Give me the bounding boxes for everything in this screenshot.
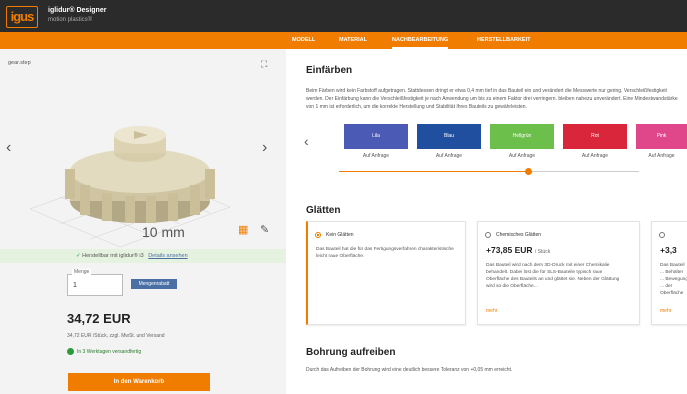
model-filename: gear.step [8, 60, 31, 66]
radio-unselected[interactable] [659, 232, 665, 238]
color-swatch-rot[interactable]: Rot [563, 124, 627, 149]
tab-modell[interactable]: MODELL [292, 32, 315, 49]
more-link[interactable]: mehr [486, 308, 497, 314]
bohrung-description: Durch das Aufreiben der Bohrung wird ein… [306, 367, 513, 373]
option-description: Das Bauteil ... Behälter ... Bewegung ..… [660, 263, 687, 296]
model-viewer-panel: gear.step ⛶ ‹ › 10 mm ▦ ✎ ✓ Herstellbar … [0, 49, 286, 394]
color-availability: Auf Anfrage [648, 153, 675, 159]
option-price: +73,85 EUR / Stück [486, 245, 550, 255]
fullscreen-icon[interactable]: ⛶ [261, 59, 267, 70]
app-subtitle: motion plastics® [48, 17, 93, 23]
tab-herstellbarkeit[interactable]: HERSTELLBARKEIT [477, 32, 530, 49]
total-price: 34,72 EUR [67, 311, 131, 326]
slider-fill [339, 171, 528, 172]
color-swatch-hellgrün[interactable]: Hellgrün [490, 124, 554, 149]
chevron-left-icon[interactable]: ‹ [6, 139, 11, 157]
section-title-einfaerben: Einfärben [306, 65, 353, 76]
color-availability: Auf Anfrage [435, 153, 463, 159]
grid-icon[interactable]: ▦ [238, 223, 248, 236]
app-title: iglidur® Designer [48, 7, 107, 14]
more-link[interactable]: mehr [660, 308, 671, 314]
option-price: +3,3 [660, 245, 677, 255]
quantity-label: Menge [72, 269, 92, 275]
bulk-discount-button[interactable]: Mengenrabatt [131, 279, 177, 289]
igus-logo[interactable]: igus [6, 6, 38, 28]
einfaerben-description: Beim Färben wird kein Farbstoff aufgetra… [306, 88, 678, 110]
option-third[interactable]: +3,3 Das Bauteil ... Behälter ... Bewegu… [651, 221, 687, 325]
manufacturable-banner: ✓ Herstellbar mit iglidur® i3 Details an… [0, 249, 286, 263]
slider-handle[interactable] [525, 168, 532, 175]
price-note: 34,72 EUR /Stück, zzgl. MwSt. und Versan… [67, 333, 165, 339]
section-title-glaetten: Glätten [306, 205, 341, 216]
option-kein-glaetten[interactable]: Kein Glätten Das Bauteil hat die für das… [306, 221, 466, 325]
tab-material[interactable]: MATERIAL [339, 32, 367, 49]
step-navigation: MODELL MATERIAL NACHBEARBEITUNG HERSTELL… [0, 32, 687, 49]
shipping-text: In 3 Werktagen versandfertig [77, 348, 142, 355]
option-price-unit: / Stück [534, 249, 551, 255]
quantity-input[interactable]: 1 [67, 274, 123, 296]
top-bar: igus iglidur® Designer motion plastics® [0, 0, 687, 32]
add-to-cart-button[interactable]: In den Warenkorb [68, 373, 210, 391]
radio-unselected[interactable] [485, 232, 491, 238]
carousel-slider[interactable] [339, 168, 639, 175]
chevron-left-icon[interactable]: ‹ [304, 133, 309, 149]
shipping-info: In 3 Werktagen versandfertig [67, 348, 141, 355]
post-processing-panel: Einfärben Beim Färben wird kein Farbstof… [286, 49, 687, 394]
color-availability: Auf Anfrage [508, 153, 536, 159]
gear-body [65, 126, 215, 223]
dimension-label: 10 mm [142, 224, 185, 240]
manufacturable-text: Herstellbar mit iglidur® i3 [82, 253, 144, 259]
color-swatch-pink[interactable]: Pink [636, 124, 687, 149]
option-title: Chemisches Glätten [496, 232, 542, 238]
check-circle-icon: ✓ [76, 253, 81, 259]
section-title-bohrung: Bohrung aufreiben [306, 347, 396, 358]
color-swatch-lila[interactable]: Lila [344, 124, 408, 149]
truck-icon [67, 348, 74, 355]
option-description: Das Bauteil wird nach dem 3D-Druck mit e… [486, 263, 620, 289]
radio-selected[interactable] [315, 232, 321, 238]
color-availability: Auf Anfrage [581, 153, 609, 159]
color-swatch-blau[interactable]: Blau [417, 124, 481, 149]
option-description: Das Bauteil hat die für das Fertigungsve… [316, 247, 454, 259]
color-availability: Auf Anfrage [362, 153, 390, 159]
details-link[interactable]: Details ansehen [148, 253, 187, 259]
option-chemisches-glaetten[interactable]: Chemisches Glätten +73,85 EUR / Stück Da… [477, 221, 640, 325]
ruler-icon[interactable]: ✎ [260, 223, 269, 236]
tab-nachbearbeitung[interactable]: NACHBEARBEITUNG [392, 32, 449, 49]
option-price-value: +73,85 EUR [486, 245, 533, 255]
option-title: Kein Glätten [326, 232, 354, 238]
